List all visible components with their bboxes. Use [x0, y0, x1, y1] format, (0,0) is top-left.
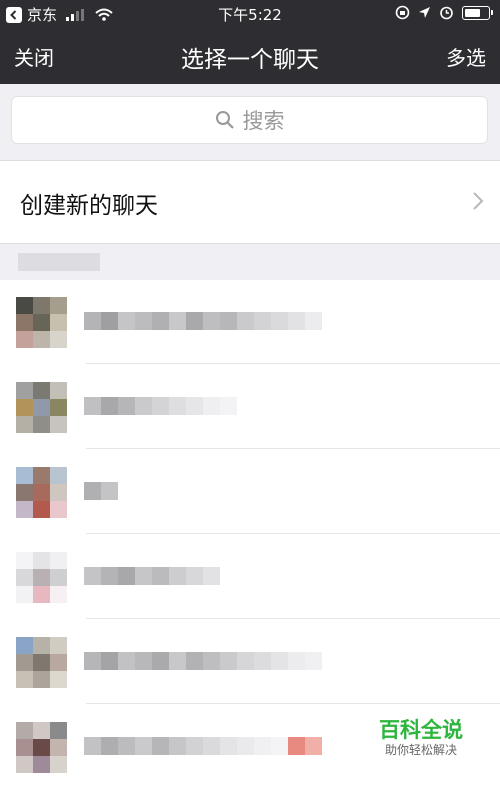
create-new-chat-label: 创建新的聊天	[20, 193, 158, 219]
divider	[86, 363, 500, 364]
watermark-logo: 百科全说 助你轻松解决	[354, 716, 488, 762]
watermark-slogan: 助你轻松解决	[384, 743, 457, 757]
watermark-brand: 百科全说	[379, 718, 463, 742]
multi-select-button[interactable]: 多选	[446, 42, 486, 71]
blurred-chat-name	[84, 567, 220, 585]
create-new-chat-row[interactable]: 创建新的聊天	[0, 160, 500, 244]
avatar	[16, 382, 67, 433]
location-icon	[419, 7, 430, 18]
avatar	[16, 637, 67, 688]
chat-row[interactable]	[0, 365, 500, 449]
avatar	[16, 297, 67, 348]
divider	[86, 618, 500, 619]
status-bar: 京东 下午5:22	[0, 0, 500, 28]
blurred-chat-name	[84, 482, 118, 500]
blurred-chat-name	[84, 652, 322, 670]
search-area: 搜索	[0, 84, 500, 159]
recent-chats-header	[0, 245, 500, 280]
search-icon	[215, 111, 234, 129]
avatar	[16, 552, 67, 603]
blurred-header-text	[18, 253, 100, 271]
orientation-lock-icon	[395, 5, 410, 20]
divider	[86, 533, 500, 534]
chat-row[interactable]	[0, 450, 500, 534]
chat-row[interactable]	[0, 535, 500, 619]
battery-icon	[462, 5, 493, 20]
blurred-chat-name	[84, 397, 237, 415]
chat-row[interactable]	[0, 280, 500, 364]
page-title: 选择一个聊天	[181, 47, 319, 73]
divider	[86, 448, 500, 449]
avatar	[16, 722, 67, 773]
nav-bar: 关闭 选择一个聊天 多选	[0, 28, 500, 84]
divider	[86, 703, 500, 704]
chat-list[interactable]	[0, 280, 500, 790]
chevron-right-icon	[473, 192, 484, 210]
search-placeholder: 搜索	[242, 109, 285, 133]
avatar	[16, 467, 67, 518]
search-input[interactable]: 搜索	[11, 96, 488, 144]
alarm-icon	[440, 6, 453, 20]
chat-row[interactable]	[0, 620, 500, 704]
blurred-chat-name	[84, 312, 322, 330]
blurred-chat-name	[84, 737, 322, 755]
